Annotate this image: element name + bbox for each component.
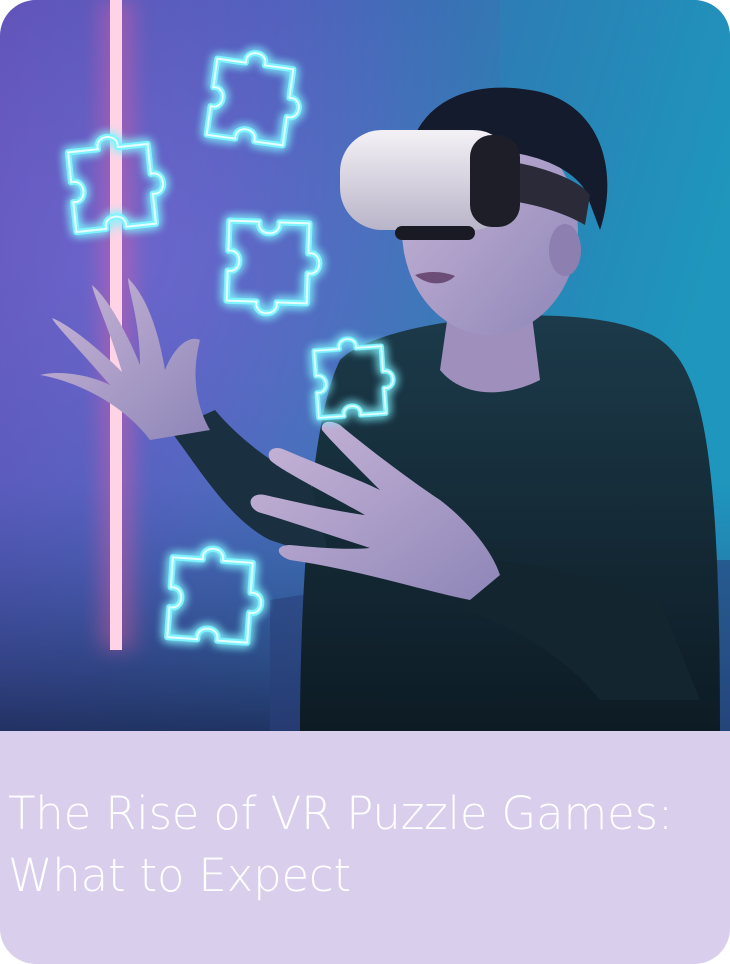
article-hero-image[interactable]: [0, 0, 730, 731]
article-title[interactable]: The Rise of VR Puzzle Games: What to Exp…: [8, 783, 708, 907]
vr-headset: [340, 130, 520, 240]
article-card[interactable]: The Rise of VR Puzzle Games: What to Exp…: [0, 0, 730, 964]
card-caption: The Rise of VR Puzzle Games: What to Exp…: [0, 731, 730, 964]
